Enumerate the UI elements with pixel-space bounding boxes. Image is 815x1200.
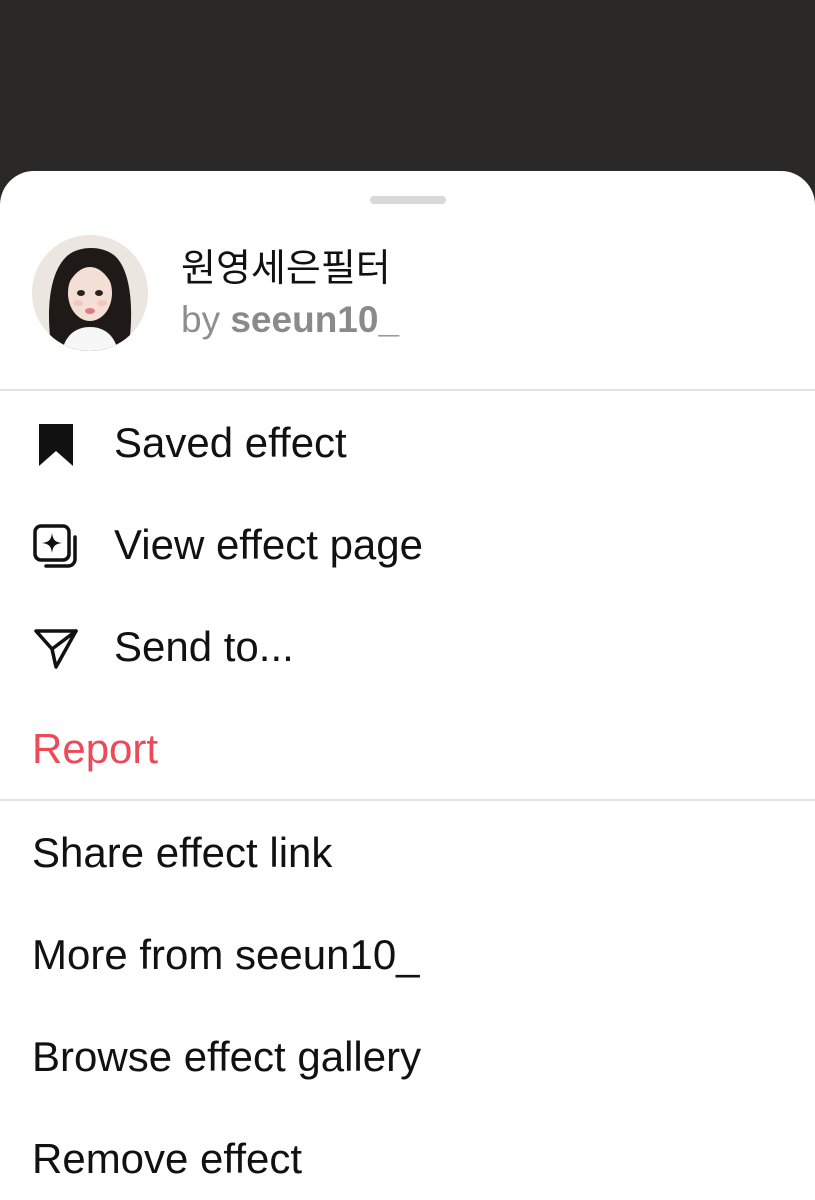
effect-avatar[interactable] bbox=[32, 235, 148, 351]
menu-item-label: Send to... bbox=[114, 623, 294, 670]
effect-byline: by seeun10_ bbox=[181, 297, 399, 343]
effect-header: 원영세은필터 by seeun10_ bbox=[0, 233, 815, 353]
menu-item-label: Remove effect bbox=[32, 1135, 303, 1182]
menu-item-label: View effect page bbox=[114, 521, 424, 568]
menu-item-label: Report bbox=[32, 725, 159, 772]
menu-item-remove-effect[interactable]: Remove effect bbox=[0, 1107, 815, 1200]
menu-item-send-to[interactable]: Send to... bbox=[0, 595, 815, 697]
paper-plane-icon bbox=[32, 625, 80, 673]
menu-item-view-effect-page[interactable]: View effect page bbox=[0, 493, 815, 595]
bookmark-filled-icon bbox=[32, 421, 80, 469]
effect-author-link[interactable]: seeun10_ bbox=[230, 299, 399, 340]
effect-title: 원영세은필터 bbox=[181, 246, 391, 290]
menu-item-label: Share effect link bbox=[32, 829, 333, 876]
menu-item-report[interactable]: Report bbox=[0, 697, 815, 799]
effect-page-icon bbox=[32, 523, 80, 571]
menu-item-more-from-author[interactable]: More from seeun10_ bbox=[0, 903, 815, 1005]
menu-item-saved-effect[interactable]: Saved effect bbox=[0, 391, 815, 493]
menu-item-browse-effect-gallery[interactable]: Browse effect gallery bbox=[0, 1005, 815, 1107]
sheet-grabber-handle[interactable] bbox=[370, 196, 446, 204]
menu-item-label: Browse effect gallery bbox=[32, 1033, 422, 1080]
menu-item-label: More from seeun10_ bbox=[32, 931, 420, 978]
byline-prefix: by bbox=[181, 299, 221, 340]
menu-item-label: Saved effect bbox=[114, 419, 347, 466]
menu-item-share-effect-link[interactable]: Share effect link bbox=[0, 801, 815, 903]
effect-options-sheet: 원영세은필터 by seeun10_ Saved effect View eff… bbox=[0, 171, 815, 1200]
